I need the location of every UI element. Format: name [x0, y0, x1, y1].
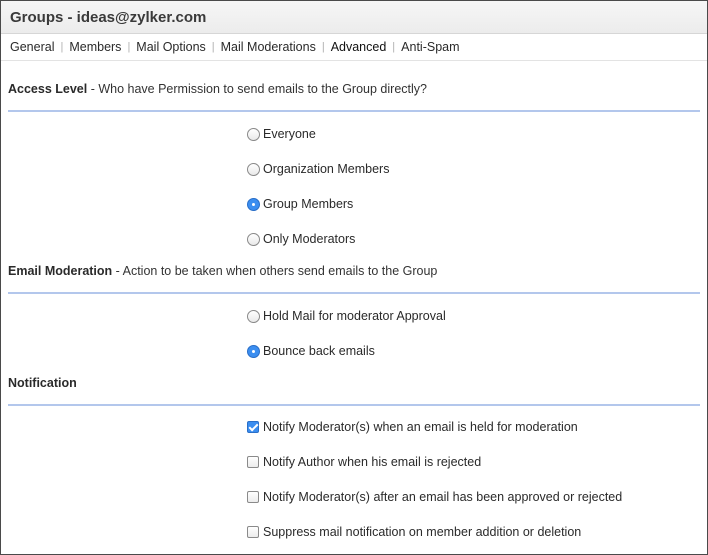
option-label: Notify Moderator(s) after an email has b… — [263, 490, 623, 504]
tab-mail-moderations[interactable]: Mail Moderations — [221, 40, 316, 54]
option-label: Everyone — [263, 127, 316, 141]
moderation-option-bounce-back[interactable]: Bounce back emails — [247, 344, 375, 358]
access-option-organization-members[interactable]: Organization Members — [247, 162, 389, 176]
checkbox-checked[interactable] — [247, 421, 259, 433]
tab-mail-options[interactable]: Mail Options — [136, 40, 205, 54]
section-divider — [8, 404, 700, 406]
suppress-member-notification-option[interactable]: Suppress mail notification on member add… — [247, 525, 581, 539]
notification-heading: Notification — [8, 376, 77, 390]
access-level-heading: Access Level - Who have Permission to se… — [8, 82, 427, 96]
radio-button[interactable] — [247, 162, 260, 176]
tab-separator: | — [127, 41, 131, 53]
option-label: Organization Members — [263, 162, 390, 176]
checkbox[interactable] — [247, 526, 259, 538]
radio-button[interactable] — [247, 232, 260, 246]
option-label: Suppress mail notification on member add… — [263, 525, 582, 539]
option-label: Only Moderators — [263, 232, 356, 246]
option-label: Notify Author when his email is rejected — [263, 455, 482, 469]
tab-separator: | — [321, 41, 325, 53]
group-settings-window: Groups - ideas@zylker.com General | Memb… — [0, 0, 708, 555]
email-moderation-title: Email Moderation — [8, 264, 113, 278]
page-title: Groups - ideas@zylker.com — [10, 8, 207, 26]
notify-moderator-approved-option[interactable]: Notify Moderator(s) after an email has b… — [247, 490, 622, 504]
tab-separator: | — [211, 41, 215, 53]
tab-general[interactable]: General — [10, 40, 54, 54]
radio-button-selected[interactable] — [247, 197, 260, 211]
tab-anti-spam[interactable]: Anti-Spam — [401, 40, 459, 54]
option-label: Group Members — [263, 197, 354, 211]
access-option-everyone[interactable]: Everyone — [247, 127, 316, 141]
radio-button-selected[interactable] — [247, 344, 260, 358]
tab-members[interactable]: Members — [69, 40, 121, 54]
tab-bar: General | Members | Mail Options | Mail … — [1, 34, 707, 61]
notify-author-rejected-option[interactable]: Notify Author when his email is rejected — [247, 455, 481, 469]
email-moderation-description: - Action to be taken when others send em… — [112, 264, 438, 278]
option-label: Hold Mail for moderator Approval — [263, 309, 446, 323]
access-level-description: - Who have Permission to send emails to … — [87, 82, 427, 96]
checkbox[interactable] — [247, 491, 259, 503]
tab-separator: | — [392, 41, 396, 53]
access-level-title: Access Level — [8, 82, 88, 96]
title-bar: Groups - ideas@zylker.com — [1, 1, 707, 34]
moderation-option-hold-mail[interactable]: Hold Mail for moderator Approval — [247, 309, 446, 323]
notify-moderator-held-option[interactable]: Notify Moderator(s) when an email is hel… — [247, 420, 578, 434]
email-moderation-heading: Email Moderation - Action to be taken wh… — [8, 264, 437, 278]
option-label: Notify Moderator(s) when an email is hel… — [263, 420, 578, 434]
tab-advanced[interactable]: Advanced — [331, 40, 387, 54]
checkbox[interactable] — [247, 456, 259, 468]
radio-button[interactable] — [247, 127, 260, 141]
section-divider — [8, 110, 700, 112]
section-divider — [8, 292, 700, 294]
access-option-only-moderators[interactable]: Only Moderators — [247, 232, 355, 246]
notification-title: Notification — [8, 376, 77, 390]
access-option-group-members[interactable]: Group Members — [247, 197, 353, 211]
tab-separator: | — [60, 41, 64, 53]
radio-button[interactable] — [247, 309, 260, 323]
option-label: Bounce back emails — [263, 344, 375, 358]
